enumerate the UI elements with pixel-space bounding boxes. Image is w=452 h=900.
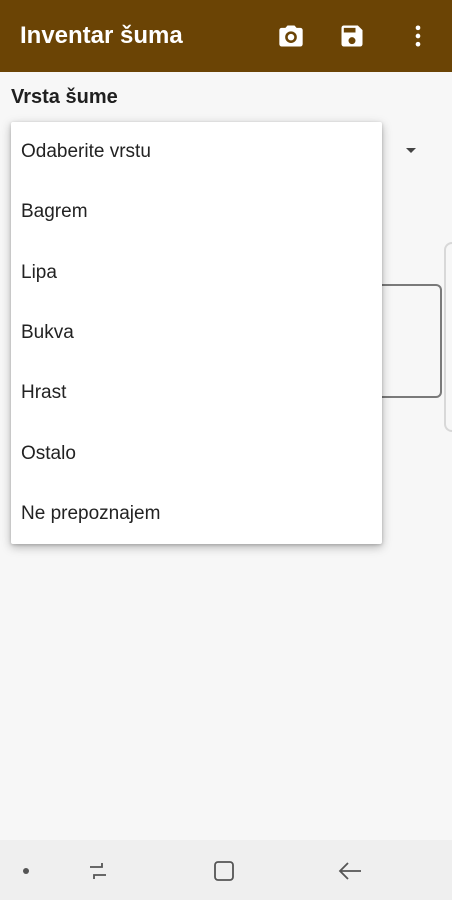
system-nav-bar [0,840,452,900]
dropdown-option[interactable]: Hrast [11,363,382,423]
save-icon[interactable] [338,22,366,50]
dropdown-arrow-icon[interactable] [405,147,417,155]
back-icon[interactable] [337,859,363,883]
forest-type-dropdown-list: Odaberite vrstu Bagrem Lipa Bukva Hrast … [11,122,382,544]
app-bar: Inventar šuma [0,0,452,72]
dropdown-option[interactable]: Ne prepoznajem [11,484,382,544]
dropdown-option[interactable]: Bukva [11,303,382,363]
dot-icon [23,868,29,874]
home-icon[interactable] [212,859,236,883]
dropdown-option[interactable]: Lipa [11,243,382,303]
forest-type-label: Vrsta šume [11,86,118,108]
side-card-edge [444,242,452,432]
app-title: Inventar šuma [20,22,183,49]
more-vert-icon[interactable] [404,22,432,50]
camera-icon[interactable] [277,22,305,50]
recent-apps-icon[interactable] [86,859,110,883]
dropdown-option[interactable]: Odaberite vrstu [11,122,382,182]
dropdown-option[interactable]: Bagrem [11,182,382,242]
dropdown-option[interactable]: Ostalo [11,423,382,483]
